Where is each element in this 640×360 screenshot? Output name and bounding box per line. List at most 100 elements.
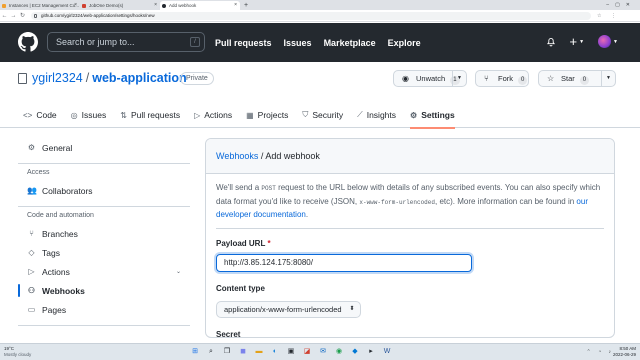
global-nav: Pull requests Issues Marketplace Explore xyxy=(215,23,421,62)
shield-icon: ⛉ xyxy=(302,110,309,119)
fork-icon: ⑂ xyxy=(484,74,489,83)
browser-extension-icons[interactable]: ☆ ⋮ xyxy=(597,13,620,19)
notifications-bell-icon[interactable] xyxy=(546,36,556,47)
forward-icon[interactable]: → xyxy=(9,13,18,19)
tab-settings[interactable]: ⚙ Settings xyxy=(410,102,455,129)
graph-icon: ⟋ xyxy=(357,110,363,119)
word-icon[interactable]: W xyxy=(382,347,392,357)
terminal-icon[interactable]: ▸ xyxy=(366,347,376,357)
clock[interactable]: 8:50 AM 2022-06-29 xyxy=(613,346,636,358)
back-icon[interactable]: ← xyxy=(0,13,9,19)
taskbar-apps: ⊞ ⌕ ❐ ◼ ▬ ◐ ▣ ◪ ✉ ◉ ◆ ▸ W xyxy=(190,347,392,357)
windows-taskbar: 19°C Mostly cloudy ⊞ ⌕ ❐ ◼ ▬ ◐ ▣ ◪ ✉ ◉ ◆… xyxy=(0,343,640,360)
content-type-select[interactable]: application/x-www-form-urlencoded ⬍ xyxy=(216,300,361,318)
webhook-icon: ⚇ xyxy=(27,286,36,295)
reload-icon[interactable]: ↻ xyxy=(18,12,27,19)
tab-code[interactable]: <> Code xyxy=(23,102,57,128)
task-view-icon[interactable]: ❐ xyxy=(222,347,232,357)
play-icon: ▷ xyxy=(28,267,35,276)
urlencoded-code: x-www-form-urlencoded xyxy=(359,198,435,206)
repo-title: ygirl2324/web-application xyxy=(32,71,187,85)
create-new-plus-icon[interactable]: + xyxy=(570,35,578,48)
content-type-label: Content type xyxy=(216,283,265,293)
nav-marketplace[interactable]: Marketplace xyxy=(324,38,376,48)
tab-actions[interactable]: ▷ Actions xyxy=(194,102,232,128)
chevron-down-icon[interactable]: ▼ xyxy=(579,39,584,45)
close-tab-icon[interactable]: × xyxy=(74,1,77,10)
tab-issues[interactable]: ◎ Issues xyxy=(71,102,107,128)
github-favicon-icon xyxy=(162,3,166,8)
store-icon[interactable]: ▣ xyxy=(286,347,296,357)
unwatch-button[interactable]: ◉ Unwatch 1 ▼ xyxy=(393,70,467,87)
sidebar-item-tags[interactable]: ◇ Tags xyxy=(18,243,190,262)
star-button[interactable]: ☆ Star 0 ▼ xyxy=(538,70,616,87)
jenkins-favicon-icon xyxy=(82,3,86,8)
visibility-badge: Private xyxy=(180,72,214,85)
payload-url-label: Payload URL * xyxy=(216,238,271,248)
issue-icon: ◎ xyxy=(70,110,78,120)
sidebar-item-collaborators[interactable]: 👥 Collaborators xyxy=(18,181,190,200)
star-icon: ☆ xyxy=(547,74,555,83)
play-icon: ▷ xyxy=(194,110,201,120)
browser-tab-ec2[interactable]: Instances | EC2 Management Co... × xyxy=(0,1,80,10)
file-explorer-icon[interactable]: ▬ xyxy=(254,347,264,357)
close-tab-icon[interactable]: × xyxy=(154,1,157,10)
chevron-down-icon[interactable]: ▼ xyxy=(613,39,618,45)
chevron-down-icon[interactable]: ▼ xyxy=(601,71,615,86)
chrome-icon[interactable]: ◉ xyxy=(334,347,344,357)
tag-icon: ◇ xyxy=(28,248,35,257)
weather-widget[interactable]: 19°C Mostly cloudy xyxy=(4,346,31,358)
repo-tabs: <> Code ◎ Issues ⇅ Pull requests ▷ Actions ▦… xyxy=(23,102,455,129)
sidebar-divider xyxy=(18,325,190,326)
sidebar-item-webhooks[interactable]: ⚇ Webhooks xyxy=(18,281,190,300)
nav-issues[interactable]: Issues xyxy=(284,38,312,48)
required-mark: * xyxy=(267,238,271,248)
tab-insights[interactable]: ⟋ Insights xyxy=(357,102,396,128)
browser-tab-add-webhook[interactable]: Add webhook × xyxy=(160,1,240,10)
repo-header: ygirl2324/web-application Private ◉ Unwat… xyxy=(0,62,640,129)
browser-tabbar: Instances | EC2 Management Co... × JobOne… xyxy=(0,0,640,10)
user-avatar[interactable] xyxy=(598,35,612,48)
github-logo-icon[interactable] xyxy=(18,32,38,52)
edge-icon[interactable]: ◐ xyxy=(270,347,280,357)
repo-owner-link[interactable]: ygirl2324 xyxy=(32,71,83,85)
repo-lock-icon xyxy=(18,73,27,84)
chevron-down-icon[interactable]: ▼ xyxy=(452,71,466,86)
search-icon[interactable]: ⌕ xyxy=(206,347,216,357)
intro-text: We'll send a POST request to the URL bel… xyxy=(216,183,601,219)
nav-explore[interactable]: Explore xyxy=(388,38,421,48)
sidebar-item-actions[interactable]: ▷ Actions ⌄ xyxy=(18,262,190,281)
tab-projects[interactable]: ▦ Projects xyxy=(246,102,288,128)
aws-favicon-icon xyxy=(2,3,6,8)
eye-icon: ◉ xyxy=(402,74,409,83)
mail-icon[interactable]: ✉ xyxy=(318,347,328,357)
chat-icon[interactable]: ◼ xyxy=(238,347,248,357)
browser-icon: ▭ xyxy=(27,305,36,314)
sidebar-item-general[interactable]: ⚙ General xyxy=(18,138,190,157)
lock-icon xyxy=(34,13,37,18)
payload-url-input[interactable]: http://3.85.124.175:8080/ xyxy=(216,253,472,272)
divider xyxy=(216,227,604,229)
tab-security[interactable]: ⛉ Security xyxy=(302,102,343,128)
star-count: 0 xyxy=(579,76,590,85)
office-icon[interactable]: ◪ xyxy=(302,347,312,357)
url-input[interactable]: github.com/ygirl2324/web-application/set… xyxy=(31,11,591,20)
tab-pull-requests[interactable]: ⇅ Pull requests xyxy=(120,102,180,128)
window-controls[interactable]: –▢✕ xyxy=(606,0,636,10)
secret-label: Secret xyxy=(216,329,241,338)
new-tab-button[interactable]: + xyxy=(240,1,252,10)
browser-tab-jobone[interactable]: JobOne Demo(s) × xyxy=(80,1,160,10)
close-tab-icon[interactable]: × xyxy=(234,1,237,10)
vscode-icon[interactable]: ◆ xyxy=(350,347,360,357)
chevron-down-icon[interactable]: ⌄ xyxy=(176,268,181,275)
gear-icon: ⚙ xyxy=(27,143,36,152)
sidebar-item-pages[interactable]: ▭ Pages xyxy=(18,300,190,319)
fork-button[interactable]: ⑂ Fork 0 xyxy=(475,70,529,87)
breadcrumb-webhooks-link[interactable]: Webhooks xyxy=(216,151,258,161)
repo-name-link[interactable]: web-application xyxy=(92,71,186,85)
system-tray-icons[interactable]: ⌃ ◔ ♪ xyxy=(587,349,615,355)
nav-pull-requests[interactable]: Pull requests xyxy=(215,38,272,48)
global-search-input[interactable]: Search or jump to... / xyxy=(47,32,205,52)
sidebar-item-branches[interactable]: ⑂ Branches xyxy=(18,224,190,243)
windows-start-icon[interactable]: ⊞ xyxy=(190,347,200,357)
